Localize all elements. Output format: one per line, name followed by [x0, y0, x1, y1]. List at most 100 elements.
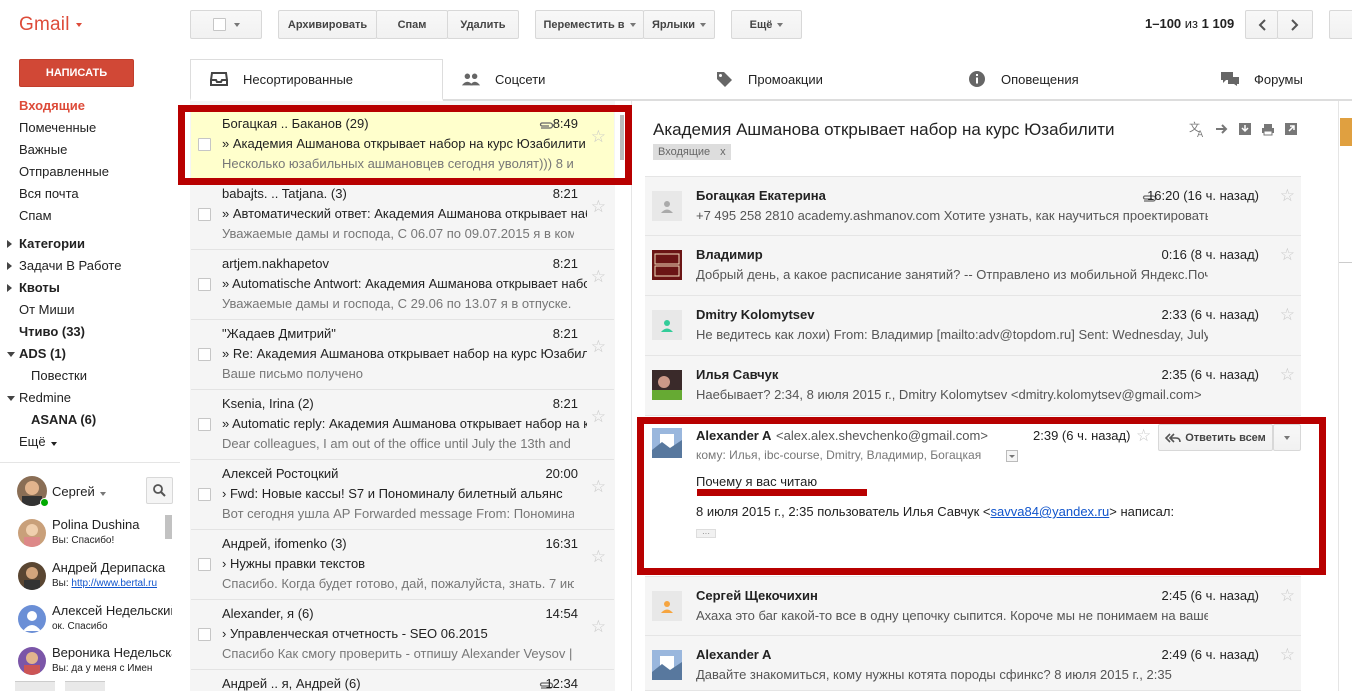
star-icon[interactable]: ☆	[1280, 587, 1295, 604]
message-row[interactable]: Андрей, ifomenko (3) 16:31 › Нужны правк…	[191, 530, 614, 600]
chat-contact[interactable]: Вероника Недельская Вы: да у меня с Имен	[16, 643, 176, 683]
translate-icon[interactable]: 文A	[1188, 120, 1206, 138]
star-icon[interactable]: ☆	[591, 198, 606, 215]
chat-status-link[interactable]: http://www.bertal.ru	[71, 578, 157, 589]
chat-search-button[interactable]	[146, 477, 173, 504]
hangouts-icon[interactable]	[15, 681, 55, 691]
new-window-icon[interactable]	[1284, 122, 1298, 136]
nav-categories[interactable]: Категории	[19, 234, 85, 254]
label-chip[interactable]: Входящие x	[653, 144, 731, 160]
nav-from-misha[interactable]: От Миши	[19, 300, 74, 320]
nav-quotas[interactable]: Квоты	[19, 278, 60, 298]
message-row[interactable]: "Жадаев Дмитрий" 8:21 » Re: Академия Ашм…	[191, 320, 614, 390]
message-time: 8:21	[552, 396, 578, 411]
expand-quotas-icon[interactable]	[7, 284, 12, 292]
star-icon[interactable]: ☆	[1280, 306, 1295, 323]
collapse-redmine-icon[interactable]	[7, 396, 15, 401]
newer-button[interactable]	[1245, 10, 1278, 39]
nav-all-mail[interactable]: Вся почта	[19, 184, 79, 204]
user-name-menu[interactable]: Сергей	[52, 484, 106, 499]
chat-scrollbar[interactable]	[165, 515, 172, 539]
message-row[interactable]: Андрей .. я, Андрей (6) 12:34	[191, 670, 614, 691]
thread-message[interactable]: Dmitry Kolomytsev Не ведитесь как лохи) …	[645, 296, 1301, 356]
row-checkbox[interactable]	[198, 488, 211, 501]
chat-contact[interactable]: Андрей Дерипаска Вы: http://www.bertal.r…	[16, 558, 176, 598]
chat-contact[interactable]: Алексей Недельский ок. Спасибо	[16, 601, 176, 641]
gmail-logo[interactable]: Gmail	[19, 14, 82, 36]
settings-button[interactable]	[1329, 10, 1352, 39]
chat-contact[interactable]: Polina Dushina Вы: Спасибо!	[16, 515, 176, 555]
star-icon[interactable]: ☆	[1280, 366, 1295, 383]
message-time: 8:21	[552, 186, 578, 201]
message-time: 14:54	[545, 606, 578, 621]
nav-tasks[interactable]: Задачи В Работе	[19, 256, 121, 276]
star-icon[interactable]: ☆	[591, 548, 606, 565]
star-icon[interactable]: ☆	[591, 618, 606, 635]
older-button[interactable]	[1277, 10, 1313, 39]
row-checkbox[interactable]	[198, 418, 211, 431]
expand-categories-icon[interactable]	[7, 240, 12, 248]
select-all-dropdown[interactable]	[190, 10, 262, 39]
message-sender: Ksenia, Irina (2)	[222, 396, 314, 411]
thread-message[interactable]: Илья Савчук Наебывает? 2:34, 8 июля 2015…	[645, 356, 1301, 416]
message-row[interactable]: babajts. .. Tatjana. (3) 8:21 » Автомати…	[191, 180, 614, 250]
tab-social[interactable]: Соцсети	[443, 59, 696, 100]
nav-reading[interactable]: Чтиво (33)	[19, 322, 85, 342]
message-snippet: Не ведитесь как лохи) From: Владимир [ma…	[696, 327, 1208, 342]
select-all-checkbox[interactable]	[212, 18, 226, 31]
row-checkbox[interactable]	[198, 348, 211, 361]
thread-message[interactable]: Владимир Добрый день, а какое расписание…	[645, 236, 1301, 296]
forward-icon[interactable]	[1215, 123, 1229, 135]
row-checkbox[interactable]	[198, 208, 211, 221]
message-row[interactable]: Ksenia, Irina (2) 8:21 » Automatic reply…	[191, 390, 614, 460]
more-button[interactable]: Ещё	[731, 10, 802, 39]
remove-label-icon[interactable]: x	[720, 146, 726, 158]
download-icon[interactable]	[1238, 122, 1252, 136]
nav-redmine[interactable]: Redmine	[19, 388, 71, 408]
delete-button[interactable]: Удалить	[447, 10, 519, 39]
nav-ads[interactable]: ADS (1)	[19, 344, 66, 364]
message-sender: Алексей Ростоцкий	[222, 466, 339, 481]
nav-inbox[interactable]: Входящие	[19, 96, 85, 116]
archive-button[interactable]: Архивировать	[278, 10, 377, 39]
thread-message[interactable]: Сергей Щекочихин Ахаха это баг какой-то …	[645, 576, 1301, 636]
star-icon[interactable]: ☆	[591, 268, 606, 285]
message-row[interactable]: Alexander, я (6) 14:54 › Управленческая …	[191, 600, 614, 670]
nav-starred[interactable]: Помеченные	[19, 118, 96, 138]
tab-forums[interactable]: Форумы	[1202, 59, 1352, 100]
print-icon[interactable]	[1261, 123, 1275, 136]
nav-povestki[interactable]: Повестки	[31, 366, 87, 386]
nav-sent[interactable]: Отправленные	[19, 162, 109, 182]
nav-asana[interactable]: ASANA (6)	[31, 410, 96, 430]
phone-icon[interactable]	[65, 681, 105, 691]
tab-primary[interactable]: Несортированные	[190, 59, 443, 101]
row-checkbox[interactable]	[198, 628, 211, 641]
row-checkbox[interactable]	[198, 558, 211, 571]
star-icon[interactable]: ☆	[1280, 246, 1295, 263]
nav-important[interactable]: Важные	[19, 140, 67, 160]
star-icon[interactable]: ☆	[1280, 646, 1295, 663]
star-icon[interactable]: ☆	[591, 478, 606, 495]
star-icon[interactable]: ☆	[591, 408, 606, 425]
nav-spam[interactable]: Спам	[19, 206, 52, 226]
nav-more[interactable]: Ещё	[19, 432, 57, 452]
expand-tasks-icon[interactable]	[7, 262, 12, 270]
compose-button[interactable]: НАПИСАТЬ	[19, 59, 134, 87]
row-checkbox[interactable]	[198, 278, 211, 291]
topdom-logo-icon	[652, 250, 682, 280]
tab-updates[interactable]: Оповещения	[949, 59, 1202, 100]
tab-promotions[interactable]: Промоакции	[696, 59, 949, 100]
move-to-button[interactable]: Переместить в	[535, 10, 644, 39]
message-row[interactable]: Алексей Ростоцкий 20:00 › Fwd: Новые кас…	[191, 460, 614, 530]
star-icon[interactable]: ☆	[1280, 187, 1295, 204]
contact-avatar-image	[18, 647, 46, 675]
collapse-ads-icon[interactable]	[7, 352, 15, 357]
thread-message[interactable]: Богацкая Екатерина +7 495 258 2810 acade…	[645, 176, 1301, 236]
labels-button[interactable]: Ярлыки	[643, 10, 715, 39]
gmail-logo-text: Gmail	[19, 14, 70, 35]
thread-message[interactable]: Alexander A Давайте знакомиться, кому ну…	[645, 636, 1301, 691]
sender-name: Alexander A	[696, 647, 772, 662]
message-row[interactable]: artjem.nakhapetov 8:21 » Automatische An…	[191, 250, 614, 320]
star-icon[interactable]: ☆	[591, 338, 606, 355]
spam-button[interactable]: Спам	[376, 10, 448, 39]
